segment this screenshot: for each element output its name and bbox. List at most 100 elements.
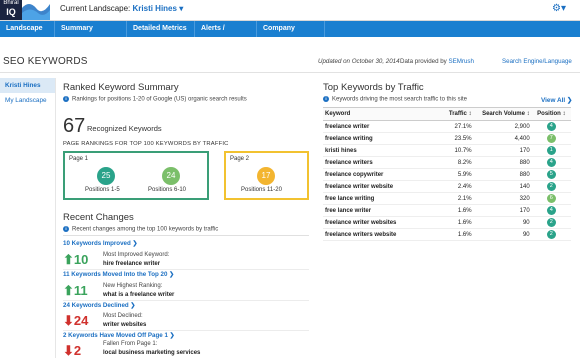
keywords-top20-link[interactable]: 11 Keywords Moved Into the Top 20 ❯ (63, 271, 174, 278)
table-row[interactable]: freelance writer website 2.4% 140 2 (323, 180, 571, 193)
improved-value: 10 (73, 252, 89, 267)
traffic-cell: 10.7% (430, 144, 474, 157)
positions-6-10-label: Positions 6-10 (148, 187, 187, 193)
provider-link[interactable]: SEMrush (449, 58, 474, 65)
recognized-count: 67 (63, 115, 86, 137)
top-keywords-heading: Top Keywords by Traffic (323, 82, 424, 93)
declined-count: ⬇24 (63, 313, 88, 329)
recent-info-text: Recent changes among the top 100 keyword… (72, 226, 219, 233)
search-engine-language-link[interactable]: Search Engine/Language (502, 58, 572, 65)
col-search-volume[interactable]: Search Volume ↕ (473, 107, 532, 121)
volume-cell: 880 (473, 168, 532, 181)
keywords-off-page1-link[interactable]: 2 Keywords Have Moved Off Page 1 ❯ (63, 332, 175, 339)
top20-value: 11 (73, 283, 88, 298)
up-arrow-icon: ⬆ (63, 283, 74, 298)
view-all-link[interactable]: View All ❯ (541, 96, 572, 104)
logo-bottom-text: IQ (6, 7, 16, 17)
col-position[interactable]: Position ↕ (531, 107, 571, 121)
position-badge: 2 (546, 182, 556, 191)
settings-caret[interactable]: ▾ (561, 3, 566, 14)
sidebar-item-kristi-hines[interactable]: Kristi Hines (0, 78, 55, 93)
landscape-caret-icon[interactable]: ▾ (179, 4, 183, 13)
declined-keyword: writer websites (103, 322, 147, 328)
table-row[interactable]: freelance writers 8.2% 880 4 (323, 156, 571, 169)
position-cell: 1 (531, 144, 571, 157)
data-provider: Data provided by SEMrush (400, 58, 474, 65)
position-cell: 4 (531, 120, 571, 133)
page-2-box[interactable]: Page 2 17 Positions 11-20 (224, 151, 309, 200)
keyword-cell[interactable]: freelance copywriter (323, 168, 431, 181)
keywords-improved-link[interactable]: 10 Keywords Improved ❯ (63, 240, 138, 247)
keywords-declined-link[interactable]: 24 Keywords Declined ❯ (63, 302, 136, 309)
keyword-cell[interactable]: free lance writer (323, 204, 431, 217)
current-landscape[interactable]: Current Landscape: Kristi Hines ▾ (60, 4, 183, 13)
provider-prefix: Data provided by (400, 58, 447, 65)
keyword-cell[interactable]: freelance writers (323, 156, 431, 169)
position-badge: 2 (546, 218, 556, 227)
table-row[interactable]: freelance writing 23.5% 4,400 7 (323, 132, 571, 145)
position-badge: 6 (546, 194, 556, 203)
table-row[interactable]: kristi hines 10.7% 170 1 (323, 144, 571, 157)
table-row[interactable]: freelance copywriter 5.9% 880 5 (323, 168, 571, 181)
nav-detailed-metrics[interactable]: Detailed Metrics ▾ (127, 21, 195, 48)
keyword-cell[interactable]: freelance writer website (323, 180, 431, 193)
nav-alerts-activity[interactable]: Alerts / Activity ▾ (195, 21, 257, 48)
volume-cell: 90 (473, 228, 532, 241)
improved-keyword: hire freelance writer (103, 261, 161, 267)
sidebar-item-my-landscape[interactable]: My Landscape (0, 93, 55, 108)
keyword-cell[interactable]: free lance writing (323, 192, 431, 205)
off-page1-keyword: local business marketing services (103, 350, 201, 356)
ranked-info: i Rankings for positions 1-20 of Google (… (63, 96, 247, 103)
position-cell: 4 (531, 204, 571, 217)
up-arrow-icon: ⬆ (63, 252, 74, 267)
page-1-box[interactable]: Page 1 25 Positions 1-5 24 Positions 6-1… (63, 151, 209, 200)
landscape-name[interactable]: Kristi Hines (133, 4, 177, 13)
ranked-summary-heading: Ranked Keyword Summary (63, 82, 179, 93)
table-row[interactable]: freelance writers website 1.6% 90 2 (323, 228, 571, 241)
info-icon: i (323, 96, 329, 102)
off-page1-desc: Fallen From Page 1: (103, 341, 158, 347)
positions-6-10-count: 24 (162, 167, 180, 185)
settings-gear-icon[interactable]: ⚙▾ (552, 3, 574, 17)
page-rankings-label: PAGE RANKINGS FOR TOP 100 KEYWORDS BY TR… (63, 141, 229, 147)
traffic-cell: 5.9% (430, 168, 474, 181)
position-badge: 7 (546, 134, 556, 143)
position-badge: 2 (546, 230, 556, 239)
nav-landscape[interactable]: Landscape ▾ (0, 21, 55, 48)
table-row[interactable]: freelance writer websites 1.6% 90 2 (323, 216, 571, 229)
table-row[interactable]: free lance writing 2.1% 320 6 (323, 192, 571, 205)
nav-summary-reports[interactable]: Summary Reports ▾ (55, 21, 127, 48)
keyword-cell[interactable]: freelance writer websites (323, 216, 431, 229)
volume-cell: 320 (473, 192, 532, 205)
updated-date: Updated on October 30, 2014 (318, 58, 400, 65)
recognized-label: Recognized Keywords (87, 124, 162, 133)
traffic-cell: 2.4% (430, 180, 474, 193)
recent-item-divider (63, 300, 309, 301)
down-arrow-icon: ⬇ (63, 313, 74, 328)
top-info-text: Keywords driving the most search traffic… (332, 96, 467, 103)
traffic-cell: 23.5% (430, 132, 474, 145)
recent-item-divider (63, 330, 309, 331)
col-traffic[interactable]: Traffic ↕ (430, 107, 474, 121)
keyword-cell[interactable]: freelance writing (323, 132, 431, 145)
position-badge: 4 (546, 206, 556, 215)
position-badge: 4 (546, 158, 556, 167)
col-keyword[interactable]: Keyword (323, 107, 431, 121)
traffic-cell: 8.2% (430, 156, 474, 169)
brand-logo[interactable]: Bhiral IQ (0, 0, 22, 20)
traffic-cell: 27.1% (430, 120, 474, 133)
table-row[interactable]: free lance writer 1.6% 170 4 (323, 204, 571, 217)
recent-divider (63, 235, 309, 236)
position-cell: 2 (531, 180, 571, 193)
info-icon: i (63, 96, 69, 102)
keyword-cell[interactable]: freelance writer (323, 120, 431, 133)
table-row[interactable]: freelance writer 27.1% 2,900 4 (323, 120, 571, 133)
nav-company-profiles[interactable]: Company Profiles ▾ (257, 21, 325, 48)
keyword-cell[interactable]: freelance writers website (323, 228, 431, 241)
declined-value: 24 (73, 313, 89, 328)
keyword-cell[interactable]: kristi hines (323, 144, 431, 157)
position-badge: 4 (546, 122, 556, 131)
recent-changes-heading: Recent Changes (63, 212, 134, 223)
position-cell: 5 (531, 168, 571, 181)
ranked-info-text: Rankings for positions 1-20 of Google (U… (72, 96, 247, 103)
